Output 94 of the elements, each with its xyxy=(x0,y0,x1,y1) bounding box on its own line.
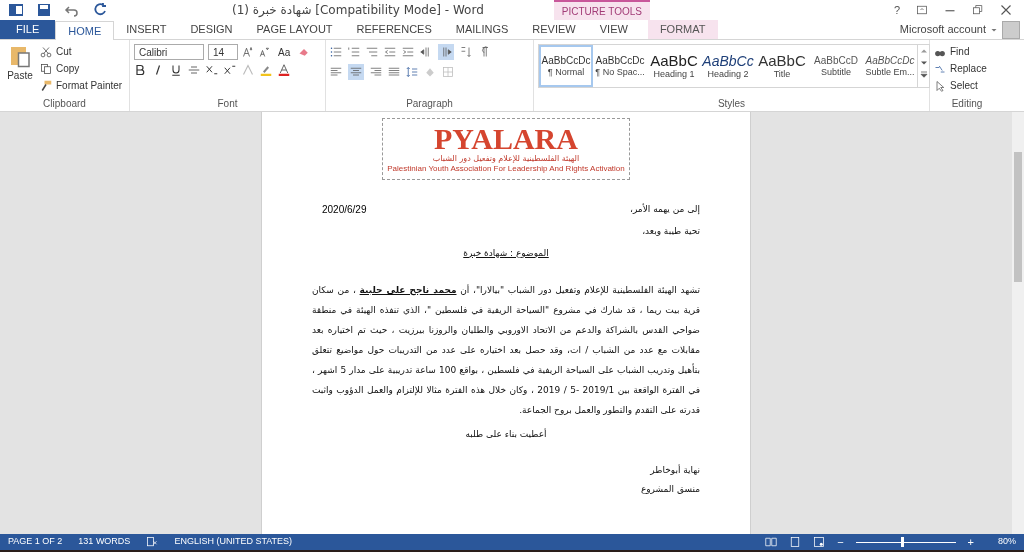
multilevel-list-icon[interactable] xyxy=(366,46,378,58)
format-painter-button[interactable]: Format Painter xyxy=(40,78,123,93)
logo-english-tagline: Palestinian Youth Association For Leadership And Rights Activation xyxy=(387,164,625,174)
font-color-icon[interactable] xyxy=(278,64,290,76)
ribbon-tab[interactable]: VIEW xyxy=(587,20,640,39)
line-spacing-icon[interactable] xyxy=(406,66,418,78)
word-count[interactable]: 131 WORDS xyxy=(78,535,131,549)
subscript-icon[interactable] xyxy=(206,64,218,76)
ribbon-tab[interactable]: HOME xyxy=(55,21,115,40)
ribbon-tab[interactable]: REFERENCES xyxy=(344,20,444,39)
style-gallery-item[interactable]: AaBbCcDc ¶ Normal xyxy=(539,45,593,87)
zoom-percent[interactable]: 80% xyxy=(986,535,1016,549)
style-gallery-item[interactable]: AaBbC Title xyxy=(755,45,809,87)
bold-icon[interactable] xyxy=(134,64,146,76)
word-logo-icon[interactable] xyxy=(8,2,24,18)
letter-subject: الموضوع : شهادة خبرة xyxy=(463,246,549,260)
decrease-indent-icon[interactable] xyxy=(384,46,396,58)
group-label: Paragraph xyxy=(405,97,454,111)
paste-button[interactable]: Paste xyxy=(4,44,36,96)
read-mode-icon[interactable] xyxy=(765,536,778,548)
print-layout-icon[interactable] xyxy=(789,536,802,548)
style-gallery-item[interactable]: AaBbC Heading 1 xyxy=(647,45,701,87)
rtl-button[interactable] xyxy=(438,44,454,60)
letter-date: 2020/6/29 xyxy=(322,203,367,217)
logo-wordmark: PYALARA xyxy=(434,124,578,154)
ribbon-tab[interactable]: INSERT xyxy=(114,20,179,39)
replace-button[interactable]: Replace xyxy=(934,61,1000,76)
web-layout-icon[interactable] xyxy=(813,536,826,548)
letter-closing: أعطيت بناء على طلبه xyxy=(465,428,547,441)
align-center-button[interactable] xyxy=(348,64,364,80)
ribbon-tab[interactable]: PAGE LAYOUT xyxy=(244,20,345,39)
help-button[interactable]: ? xyxy=(893,1,900,19)
save-icon[interactable] xyxy=(36,2,52,18)
context-group-label: PICTURE TOOLS xyxy=(561,4,643,19)
style-gallery-item[interactable]: AaBbCcDc Subtle Em... xyxy=(863,45,917,87)
find-button[interactable]: Find xyxy=(934,44,1000,59)
align-right-icon[interactable] xyxy=(370,66,382,78)
letter-salutation: تحية طيبة وبعد، xyxy=(642,225,700,238)
group-label: Styles xyxy=(716,97,747,111)
cut-button[interactable]: Cut xyxy=(40,44,123,59)
group-label: Font xyxy=(216,97,239,111)
letter-greeting: إلى من يهمه الأمر، xyxy=(630,202,700,217)
proofing-icon[interactable] xyxy=(146,536,159,548)
group-label: Clipboard xyxy=(42,97,87,111)
vertical-scrollbar[interactable] xyxy=(1012,112,1024,534)
cursor-icon xyxy=(934,79,946,92)
redo-icon[interactable] xyxy=(92,2,108,18)
page-count[interactable]: PAGE 1 OF 2 xyxy=(8,535,63,549)
ribbon-display-icon[interactable] xyxy=(916,4,928,16)
highlight-icon[interactable] xyxy=(260,64,272,76)
ribbon-tab[interactable]: FORMAT xyxy=(647,20,718,39)
paintbrush-icon xyxy=(40,79,52,92)
copy-icon xyxy=(40,62,52,75)
signer-role: منسق المشروع xyxy=(640,483,700,496)
eraser-icon[interactable] xyxy=(298,46,311,58)
signer-name: نهاية أبوخاطر xyxy=(650,463,700,477)
clipboard-icon xyxy=(8,44,32,68)
style-gallery-item[interactable]: AaBbCcD Subtitle xyxy=(809,45,863,87)
letter-body: تشهد الهيئة الفلسطينية للإعلام وتفعيل دور الشباب "بيالارا"، أن محمد ناجح علي حلبية ، من سكان قرية بيت ريما ، قد شارك في مشروع "السياحة الريفية في فلسطين "، الذي تنفذه الهيئة في منطقة ضواحي القدس بالشراكة والدعم من الاتحاد الاوروبي والطليان والروزنا بيرزيت ، حيث تم اختياره بعد مقابلات مع عدد من الشباب / ات، وقد حصل بعد اختياره على عدد من التدريبات حول مواضيع تتعلق بتأهيل وتدريب الشباب على السياحة الريفية في فلسطين ، بواقع 100 ساعة تدريبية على مدار 5 اشهر ، في الفترة الواقعة بين 2019/1 -5 / 2019 ، وكان خلال هذه الفترة مثالا للإلتزام والعمل الدؤوب واثبت قدرته على التقدم والتطور والعمل بروح الجماعة. xyxy=(312,283,700,417)
language-indicator[interactable]: ENGLISH (UNITED STATES) xyxy=(174,535,293,549)
scissors-icon xyxy=(40,45,52,58)
ribbon-tab[interactable]: REVIEW xyxy=(520,20,588,39)
underline-icon[interactable] xyxy=(170,64,182,76)
gallery-more-icon[interactable] xyxy=(918,69,930,81)
numbering-icon[interactable] xyxy=(348,46,360,58)
copy-button[interactable]: Copy xyxy=(40,61,123,76)
bullets-icon[interactable] xyxy=(330,46,342,58)
grow-font-icon[interactable] xyxy=(242,46,254,58)
increase-indent-icon[interactable] xyxy=(402,46,414,58)
align-left-icon[interactable] xyxy=(330,66,342,78)
select-button[interactable]: Select xyxy=(934,78,1000,93)
change-case-button[interactable]: Aa xyxy=(274,44,295,60)
style-gallery-item[interactable]: AaBbCc Heading 2 xyxy=(701,45,755,87)
justify-icon[interactable] xyxy=(388,66,400,78)
ltr-icon[interactable] xyxy=(420,46,432,58)
zoom-in-button[interactable]: + xyxy=(967,533,974,551)
zoom-slider[interactable] xyxy=(855,537,956,547)
group-label: Editing xyxy=(950,97,984,111)
strikethrough-icon[interactable] xyxy=(188,64,200,76)
font-name-field[interactable]: Calibri xyxy=(134,44,204,60)
window-title: شهادة خبرة (1) [Compatibility Mode] - Word xyxy=(232,2,484,19)
style-gallery-item[interactable]: AaBbCcDc ¶ No Spac... xyxy=(593,45,647,87)
ribbon-tab[interactable]: FILE xyxy=(0,20,56,39)
ribbon-tab[interactable]: MAILINGS xyxy=(443,20,521,39)
sort-icon[interactable] xyxy=(460,46,472,58)
logo-arabic-tagline: الهيئة الفلسطينية للإعلام وتفعيل دور الشباب xyxy=(432,154,580,164)
restore-icon[interactable] xyxy=(972,4,984,16)
font-size-field[interactable]: 14 xyxy=(208,44,238,60)
close-icon[interactable] xyxy=(1000,4,1012,16)
superscript-icon[interactable] xyxy=(224,64,236,76)
shrink-font-icon[interactable] xyxy=(258,46,270,58)
zoom-out-button[interactable]: − xyxy=(837,533,844,551)
ribbon-tab[interactable]: DESIGN xyxy=(178,20,245,39)
account-name[interactable]: Microsoft account xyxy=(899,21,986,38)
